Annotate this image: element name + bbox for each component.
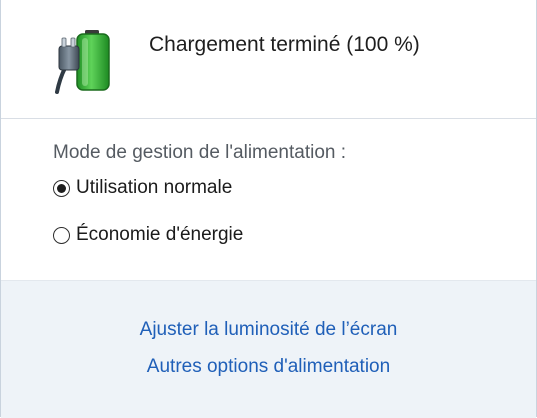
power-plan-option-power-saver[interactable]: Économie d'énergie bbox=[53, 224, 243, 246]
power-plan-section: Mode de gestion de l'alimentation : Util… bbox=[1, 119, 536, 279]
battery-flyout: Chargement terminé (100 %) Mode de gesti… bbox=[0, 0, 537, 418]
battery-status: Chargement terminé (100 %) bbox=[1, 0, 536, 118]
more-power-options-link[interactable]: Autres options d'alimentation bbox=[1, 356, 536, 378]
radio-selected-icon[interactable] bbox=[53, 179, 70, 197]
power-plan-option-balanced[interactable]: Utilisation normale bbox=[53, 177, 232, 199]
power-plan-option-label: Utilisation normale bbox=[76, 177, 233, 198]
power-plan-option-label: Économie d'énergie bbox=[76, 224, 244, 245]
power-plan-title: Mode de gestion de l'alimentation : bbox=[53, 142, 347, 163]
battery-charging-plug-icon bbox=[55, 30, 110, 94]
adjust-brightness-link[interactable]: Ajuster la luminosité de l’écran bbox=[1, 319, 536, 341]
radio-unselected-icon[interactable] bbox=[53, 226, 70, 244]
links-band: Ajuster la luminosité de l’écran Autres … bbox=[1, 280, 536, 418]
battery-status-text: Chargement terminé (100 %) bbox=[149, 33, 420, 56]
